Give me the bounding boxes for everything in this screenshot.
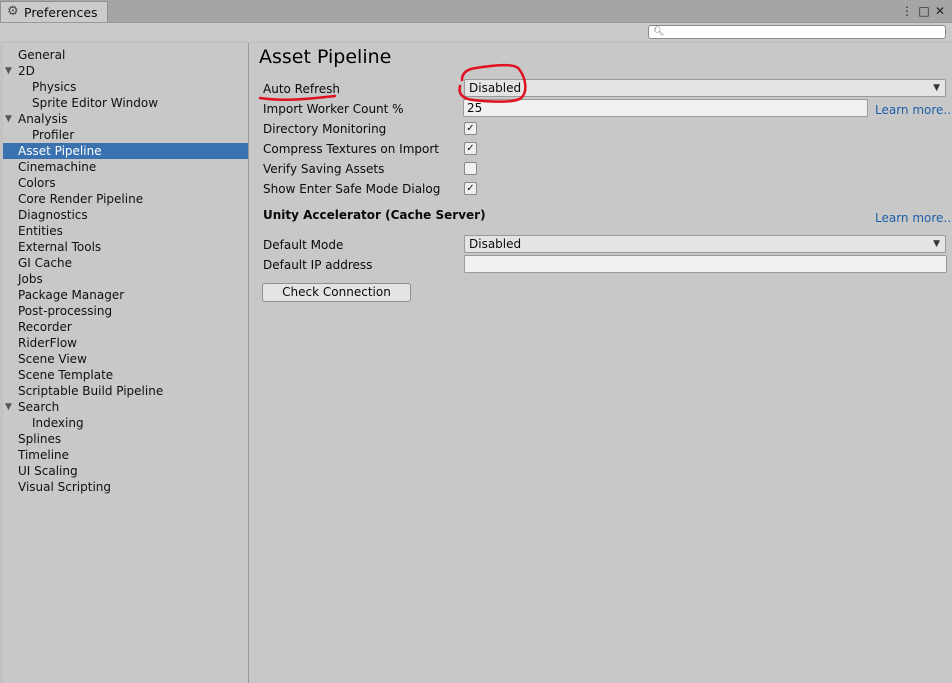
default-mode-label: Default Mode [263,238,344,252]
gear-icon: ⚙ [7,4,19,19]
window-tab[interactable]: ⚙ Preferences [0,1,108,22]
expand-triangle-icon[interactable]: ▼ [5,111,12,127]
accelerator-learn-more-link[interactable]: Learn more... [875,210,952,226]
sidebar-item-label: Recorder [18,320,72,334]
sidebar-item-gi-cache[interactable]: GI Cache [3,255,248,271]
sidebar-item-sprite-editor-window[interactable]: Sprite Editor Window [3,95,248,111]
import-worker-value: 25 [467,101,483,115]
sidebar-item-profiler[interactable]: Profiler [3,127,248,143]
compress-textures-checkbox[interactable]: ✓ [464,142,477,155]
sidebar-item-indexing[interactable]: Indexing [3,415,248,431]
sidebar-item-analysis[interactable]: ▼ Analysis [3,111,248,127]
default-mode-value: Disabled [469,237,522,251]
sidebar-item-label: Timeline [18,448,70,462]
chevron-down-icon: ▼ [933,83,940,93]
accelerator-section-title: Unity Accelerator (Cache Server) [263,208,486,222]
sidebar-item-label: Scene Template [18,368,114,382]
safe-mode-dialog-label: Show Enter Safe Mode Dialog [263,182,441,196]
sidebar-item-splines[interactable]: Splines [3,431,248,447]
sidebar-item-2d[interactable]: ▼ 2D [3,63,248,79]
sidebar-item-scene-view[interactable]: Scene View [3,351,248,367]
check-connection-button[interactable]: Check Connection [262,283,411,302]
sidebar-item-label: Core Render Pipeline [18,192,144,206]
verify-saving-checkbox[interactable] [464,162,477,175]
sidebar-item-label: Search [18,400,60,414]
title-bar: ⚙ Preferences ⋮ □ ✕ [0,0,952,23]
expand-triangle-icon[interactable]: ▼ [5,63,12,79]
sidebar-item-colors[interactable]: Colors [3,175,248,191]
chevron-down-icon: ▼ [933,239,940,249]
default-mode-dropdown[interactable]: Disabled ▼ [464,235,946,253]
sidebar-item-label: Package Manager [18,288,125,302]
sidebar-item-physics[interactable]: Physics [3,79,248,95]
sidebar-item-label: Colors [18,176,56,190]
sidebar-item-scriptable-build-pipeline[interactable]: Scriptable Build Pipeline [3,383,248,399]
sidebar-item-label: Scene View [18,352,87,366]
sidebar-item-label: Asset Pipeline [18,144,102,158]
sidebar-item-scene-template[interactable]: Scene Template [3,367,248,383]
sidebar-item-ui-scaling[interactable]: UI Scaling [3,463,248,479]
import-worker-label: Import Worker Count % [263,102,404,116]
sidebar-item-core-render-pipeline[interactable]: Core Render Pipeline [3,191,248,207]
sidebar-item-label: External Tools [18,240,102,254]
sidebar-item-label: Entities [18,224,63,238]
maximize-icon[interactable]: □ [917,3,931,19]
sidebar-item-post-processing[interactable]: Post-processing [3,303,248,319]
sidebar-item-label: Diagnostics [18,208,88,222]
auto-refresh-label: Auto Refresh [263,82,340,96]
search-icon: 🔍︎ [653,27,665,37]
close-icon[interactable]: ✕ [933,3,947,19]
sidebar-item-riderflow[interactable]: RiderFlow [3,335,248,351]
page-title: Asset Pipeline [259,46,392,68]
sidebar-item-label: GI Cache [18,256,72,270]
sidebar-item-label: Profiler [32,128,75,142]
search-input[interactable]: 🔍︎ [648,25,946,39]
sidebar-item-label: UI Scaling [18,464,78,478]
sidebar-item-asset-pipeline[interactable]: Asset Pipeline [3,143,248,159]
sidebar-item-label: Scriptable Build Pipeline [18,384,164,398]
sidebar-item-jobs[interactable]: Jobs [3,271,248,287]
toolbar: 🔍︎ [0,23,952,41]
sidebar-item-label: Indexing [32,416,84,430]
sidebar-item-label: Visual Scripting [18,480,111,494]
auto-refresh-dropdown[interactable]: Disabled ▼ [464,79,946,97]
sidebar-item-cinemachine[interactable]: Cinemachine [3,159,248,175]
preferences-sidebar: General ▼ 2D Physics Sprite Editor Window ▼ An… [3,43,248,683]
sidebar-item-diagnostics[interactable]: Diagnostics [3,207,248,223]
sidebar-item-label: Splines [18,432,62,446]
sidebar-item-timeline[interactable]: Timeline [3,447,248,463]
import-worker-field[interactable]: 25 [463,99,868,117]
more-menu-icon[interactable]: ⋮ [900,3,914,19]
expand-triangle-icon[interactable]: ▼ [5,399,12,415]
sidebar-item-label: RiderFlow [18,336,77,350]
safe-mode-dialog-checkbox[interactable]: ✓ [464,182,477,195]
sidebar-item-label: Post-processing [18,304,113,318]
learn-more-link[interactable]: Learn more... [875,102,952,118]
window-title: Preferences [24,5,98,20]
sidebar-item-entities[interactable]: Entities [3,223,248,239]
sidebar-item-label: Cinemachine [18,160,97,174]
sidebar-item-label: Jobs [18,272,43,286]
sidebar-item-visual-scripting[interactable]: Visual Scripting [3,479,248,495]
sidebar-item-label: General [18,48,66,62]
sidebar-item-recorder[interactable]: Recorder [3,319,248,335]
sidebar-item-label: Physics [32,80,77,94]
sidebar-item-general[interactable]: General [3,47,248,63]
sidebar-item-label: Sprite Editor Window [32,96,159,110]
auto-refresh-value: Disabled [469,81,522,95]
sidebar-item-package-manager[interactable]: Package Manager [3,287,248,303]
default-ip-label: Default IP address [263,258,373,272]
sidebar-item-label: Analysis [18,112,68,126]
settings-panel: Asset Pipeline Auto Refresh Disabled ▼ I… [249,43,952,683]
directory-monitoring-checkbox[interactable]: ✓ [464,122,477,135]
default-ip-field[interactable] [464,255,947,273]
sidebar-item-search[interactable]: ▼ Search [3,399,248,415]
sidebar-item-label: 2D [18,64,35,78]
sidebar-item-external-tools[interactable]: External Tools [3,239,248,255]
verify-saving-label: Verify Saving Assets [263,162,385,176]
compress-textures-label: Compress Textures on Import [263,142,439,156]
directory-monitoring-label: Directory Monitoring [263,122,387,136]
